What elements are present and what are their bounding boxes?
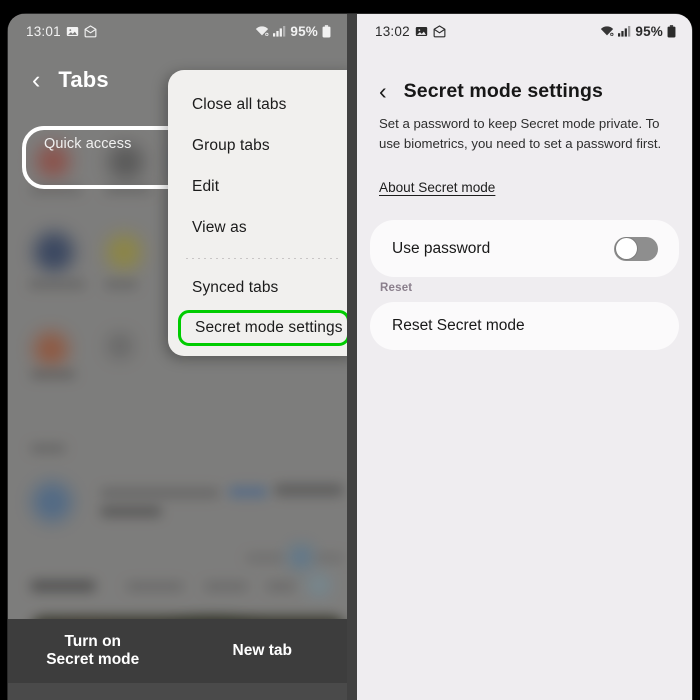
menu-divider: [186, 258, 338, 259]
use-password-toggle[interactable]: [614, 236, 658, 261]
about-secret-mode-link[interactable]: About Secret mode: [379, 180, 495, 195]
turn-on-secret-mode-button[interactable]: Turn on Secret mode: [8, 633, 178, 670]
secret-mode-line-2: Secret mode: [46, 651, 140, 668]
left-phone-panel: 13:01 95% ‹ Tabs Quick access Turn on Se…: [8, 14, 347, 700]
reset-section-label: Reset: [380, 282, 413, 294]
menu-item-view-as[interactable]: View as: [168, 207, 347, 248]
signal-icon: [273, 25, 286, 37]
new-tab-button[interactable]: New tab: [178, 642, 348, 660]
screenshot-canvas: 13:01 95% ‹ Tabs Quick access Turn on Se…: [0, 0, 700, 700]
panel-divider: [347, 14, 357, 700]
use-password-row[interactable]: Use password: [370, 220, 679, 277]
wifi-icon: [255, 25, 269, 37]
menu-item-close-all-tabs[interactable]: Close all tabs: [168, 84, 347, 125]
menu-item-secret-mode-settings[interactable]: Secret mode settings: [178, 310, 347, 346]
settings-description: Set a password to keep Secret mode priva…: [379, 116, 662, 151]
status-time: 13:02: [375, 23, 410, 39]
battery-percent: 95%: [635, 23, 663, 39]
back-chevron-icon[interactable]: ‹: [32, 67, 40, 93]
toggle-knob: [615, 238, 637, 259]
mail-icon: [84, 24, 97, 38]
image-icon: [415, 25, 428, 38]
reset-secret-mode-row[interactable]: Reset Secret mode: [370, 302, 679, 350]
status-time: 13:01: [26, 23, 61, 39]
image-icon: [66, 25, 79, 38]
overflow-menu: Close all tabs Group tabs Edit View as S…: [168, 70, 347, 356]
tabs-bottom-bar: Turn on Secret mode New tab: [8, 619, 347, 683]
quick-access-label: Quick access: [44, 136, 132, 152]
back-chevron-icon[interactable]: ‹: [379, 79, 387, 103]
reset-secret-mode-label: Reset Secret mode: [392, 317, 525, 334]
wifi-icon: [600, 25, 614, 37]
page-title: Tabs: [58, 67, 109, 92]
right-status-bar: 13:02 95%: [357, 14, 692, 48]
secret-mode-line-1: Turn on: [64, 632, 122, 650]
menu-item-edit[interactable]: Edit: [168, 166, 347, 207]
secret-mode-settings-header: ‹ Secret mode settings: [357, 72, 692, 110]
menu-item-synced-tabs[interactable]: Synced tabs: [168, 267, 347, 308]
right-phone-panel: 13:02 95% ‹ Secret mode settings Set a p…: [357, 14, 692, 700]
signal-icon: [618, 25, 631, 37]
menu-item-group-tabs[interactable]: Group tabs: [168, 125, 347, 166]
mail-icon: [433, 24, 446, 38]
battery-percent: 95%: [290, 23, 318, 39]
battery-icon: [667, 24, 676, 38]
left-status-bar: 13:01 95%: [8, 14, 347, 48]
page-title: Secret mode settings: [403, 79, 603, 102]
navigation-bar: [8, 683, 347, 700]
use-password-label: Use password: [392, 239, 491, 257]
battery-icon: [322, 24, 331, 38]
